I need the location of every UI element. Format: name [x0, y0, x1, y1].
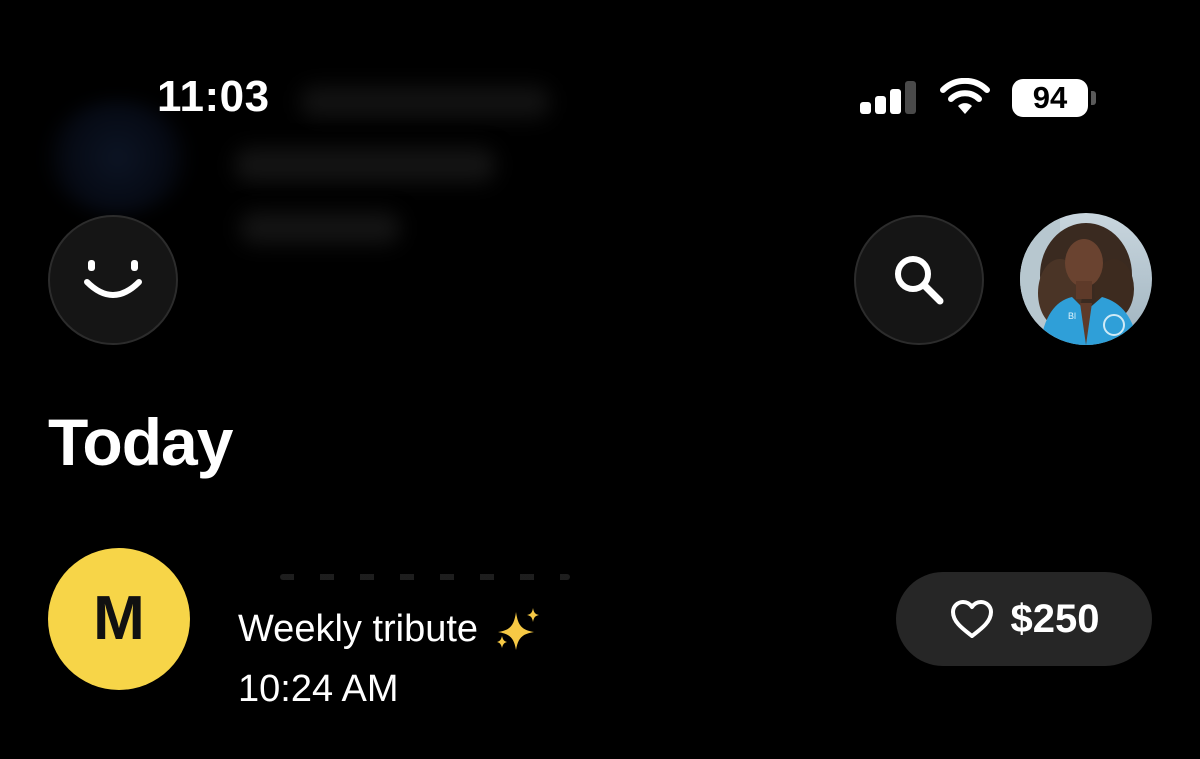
profile-avatar[interactable]: Bl: [1020, 213, 1152, 345]
cellular-signal-icon: [858, 79, 918, 117]
profile-photo: Bl: [1020, 213, 1152, 345]
blurred-text-line: [240, 212, 400, 244]
status-indicators: 94: [858, 76, 1096, 120]
blurred-text-line: [300, 86, 550, 118]
sender-name-obscured: [280, 574, 570, 580]
amount-button[interactable]: $250: [896, 572, 1152, 666]
sparkles-icon: [497, 608, 540, 650]
transaction-note: Weekly tribute: [238, 608, 479, 650]
app-screen: 11:03 94 Bl Today M Weekly tribute 10:24…: [0, 0, 1200, 759]
transaction-amount: $250: [1010, 597, 1100, 641]
blurred-text-line: [235, 148, 495, 182]
search-icon: [895, 256, 944, 305]
transaction-time: 10:24 AM: [238, 668, 399, 710]
status-time: 11:03: [157, 72, 270, 121]
battery-tip: [1091, 91, 1096, 105]
transaction-row[interactable]: M Weekly tribute 10:24 AM $250: [48, 546, 1152, 710]
blurred-header-background: [0, 0, 1200, 300]
search-button[interactable]: [854, 215, 984, 345]
section-title: Today: [48, 405, 233, 479]
svg-text:Bl: Bl: [1068, 311, 1076, 321]
battery-indicator: 94: [1012, 79, 1096, 117]
sender-avatar: M: [48, 548, 190, 690]
smiley-face-icon: [84, 260, 142, 298]
wifi-icon: [940, 78, 990, 114]
battery-level: 94: [1032, 80, 1068, 115]
transaction-description: Weekly tribute: [238, 606, 542, 652]
heart-outline-icon: [950, 600, 993, 638]
smiley-button[interactable]: [48, 215, 178, 345]
